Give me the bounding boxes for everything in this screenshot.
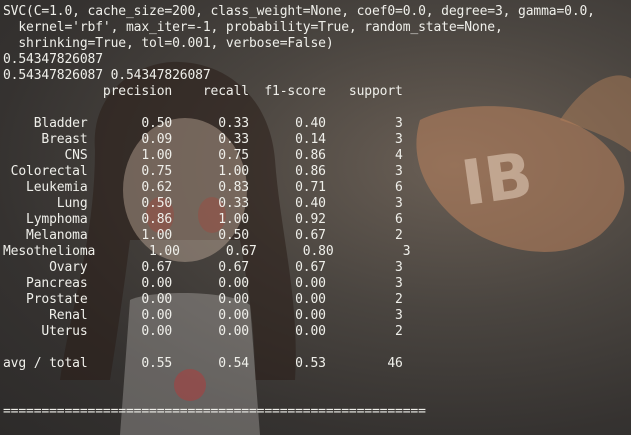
separator-line: ========================================…	[3, 404, 426, 419]
report-row-bladder: Bladder 0.50 0.33 0.40 3	[3, 116, 403, 131]
report-row-ovary: Ovary 0.67 0.67 0.67 3	[3, 260, 403, 275]
report-row-breast: Breast 0.09 0.33 0.14 3	[3, 132, 403, 147]
output-line-svc-params-2: kernel='rbf', max_iter=-1, probability=T…	[3, 20, 503, 35]
output-line-svc-params-3: shrinking=True, tol=0.001, verbose=False…	[3, 36, 334, 51]
report-row-mesothelioma: Mesothelioma 1.00 0.67 0.80 3	[3, 244, 411, 259]
report-row-uterus: Uterus 0.00 0.00 0.00 2	[3, 324, 403, 339]
report-row-lung: Lung 0.50 0.33 0.40 3	[3, 196, 403, 211]
output-line-score: 0.54347826087	[3, 52, 103, 67]
report-row-pancreas: Pancreas 0.00 0.00 0.00 3	[3, 276, 403, 291]
report-row-cns: CNS 1.00 0.75 0.86 4	[3, 148, 403, 163]
report-row-leukemia: Leukemia 0.62 0.83 0.71 6	[3, 180, 403, 195]
terminal-window[interactable]: IB SVC(C=1.0, cache_size=200, class_weig…	[0, 0, 631, 435]
report-row-lymphoma: Lymphoma 0.86 1.00 0.92 6	[3, 212, 403, 227]
output-line-scores-pair: 0.54347826087 0.54347826087	[3, 68, 211, 83]
output-line-svc-params-1: SVC(C=1.0, cache_size=200, class_weight=…	[3, 4, 595, 19]
terminal-output[interactable]: SVC(C=1.0, cache_size=200, class_weight=…	[3, 4, 595, 420]
report-row-prostate: Prostate 0.00 0.00 0.00 2	[3, 292, 403, 307]
report-header: precision recall f1-score support	[3, 84, 403, 99]
report-row-renal: Renal 0.00 0.00 0.00 3	[3, 308, 403, 323]
report-row-melanoma: Melanoma 1.00 0.50 0.67 2	[3, 228, 403, 243]
report-row-avg-total: avg / total 0.55 0.54 0.53 46	[3, 356, 403, 371]
report-row-colorectal: Colorectal 0.75 1.00 0.86 3	[3, 164, 403, 179]
